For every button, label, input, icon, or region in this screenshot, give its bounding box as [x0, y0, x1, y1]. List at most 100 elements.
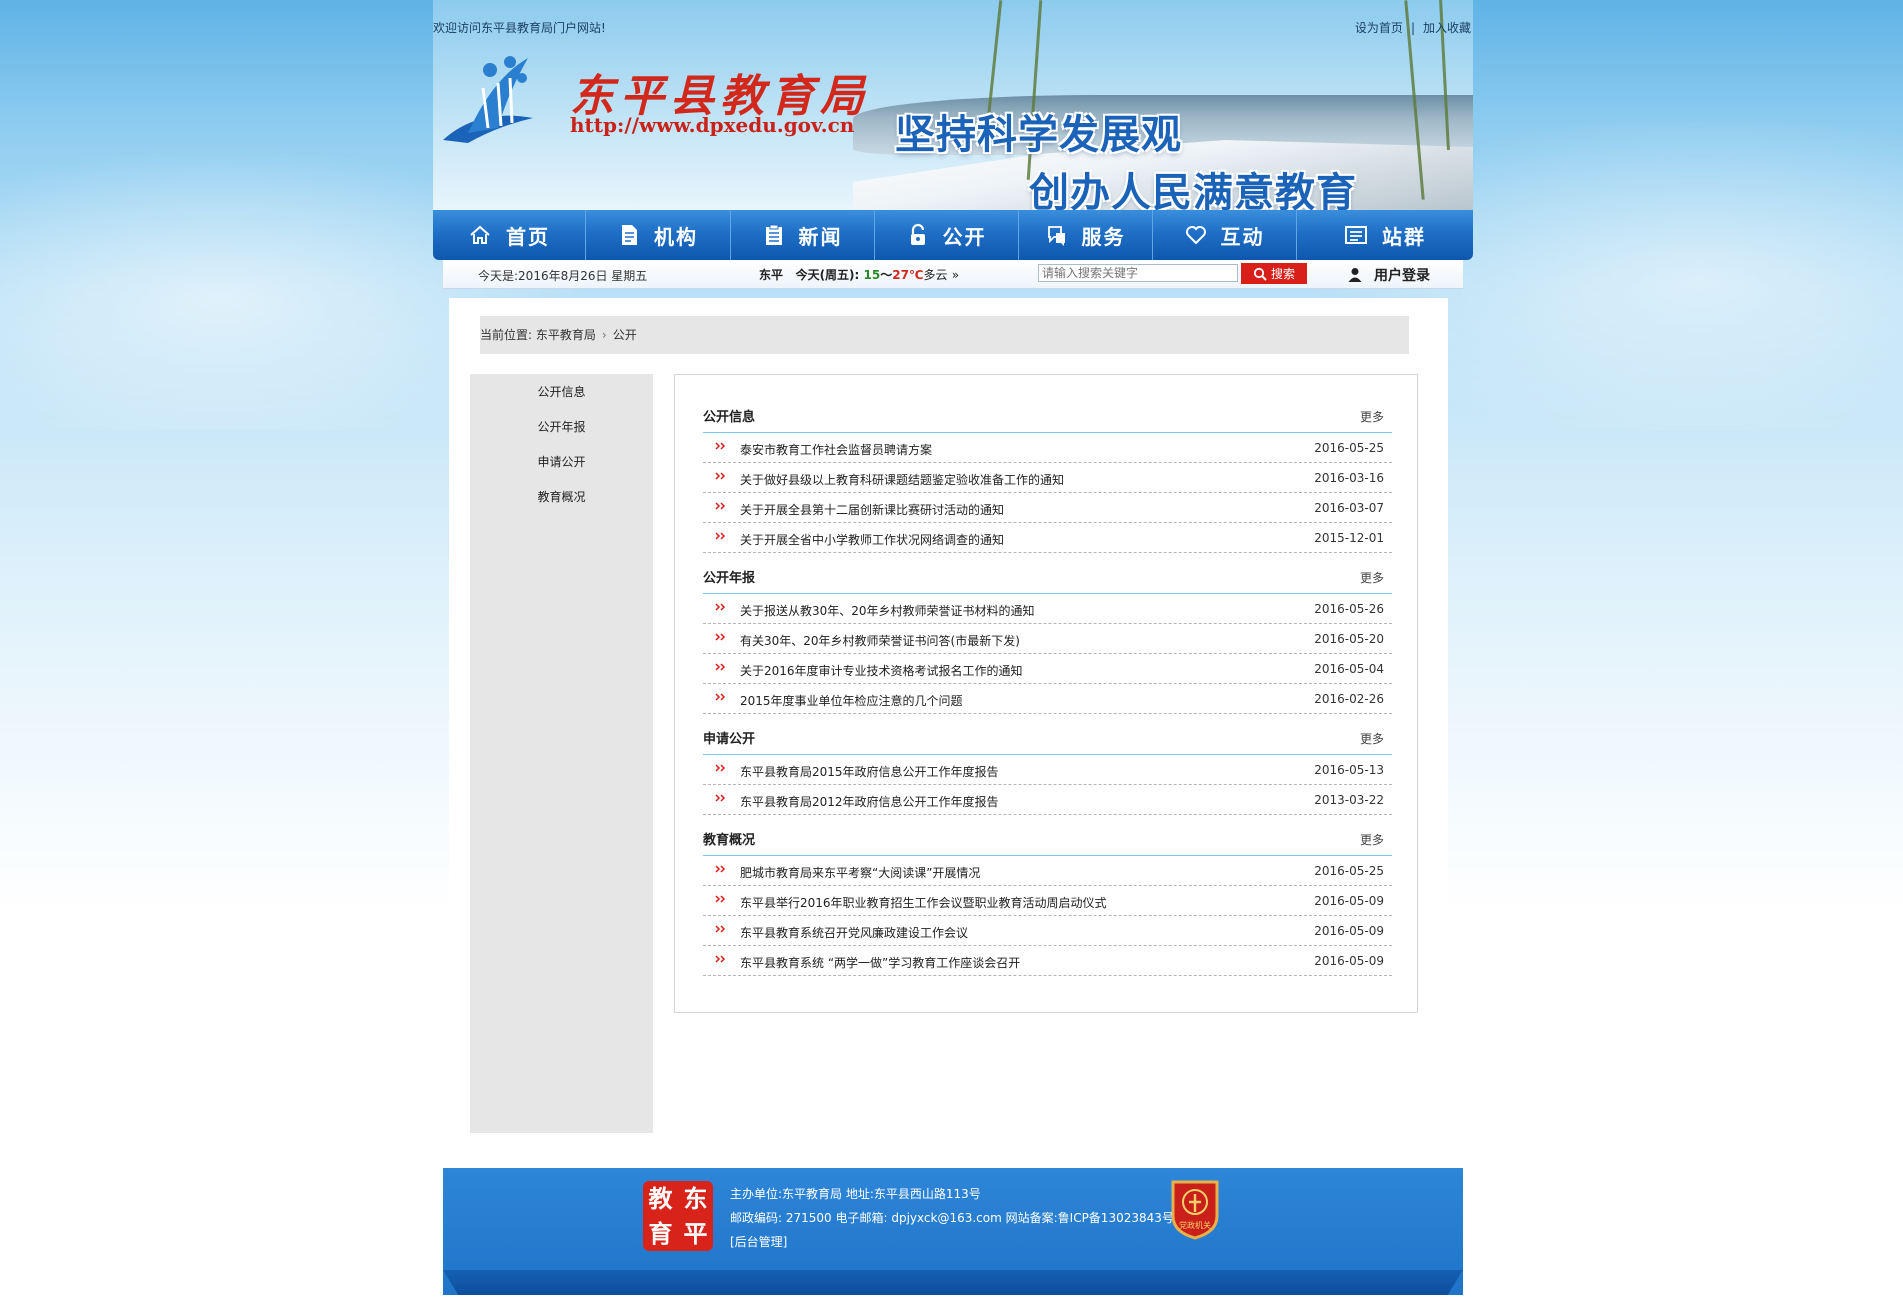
list-item-title: 有关30年、20年乡村教师荣誉证书问答(市最新下发) — [740, 634, 1020, 648]
weather-desc: 多云 — [923, 268, 948, 282]
double-arrow-icon — [715, 663, 726, 671]
breadcrumb-current[interactable]: 公开 — [613, 316, 637, 354]
double-arrow-icon — [715, 442, 726, 450]
nav-item-news[interactable]: 新闻 — [731, 210, 875, 260]
weather-day: 今天(周五): — [795, 268, 860, 282]
bureau-logo-icon[interactable] — [438, 48, 538, 148]
sidebar-item-education-overview[interactable]: 教育概况 — [470, 488, 653, 505]
main-nav: 首页 机构 新闻 公开 服务 互动 站群 — [433, 210, 1473, 260]
section-header: 公开年报 更多 — [703, 559, 1392, 594]
list-item[interactable]: 关于做好县级以上教育科研课题结题鉴定验收准备工作的通知 2016-03-16 — [703, 463, 1392, 493]
list-item[interactable]: 泰安市教育工作社会监督员聘请方案 2016-05-25 — [703, 433, 1392, 463]
list-item-title: 东平县举行2016年职业教育招生工作会议暨职业教育活动周启动仪式 — [740, 896, 1107, 910]
user-login-link[interactable]: 用户登录 — [1348, 265, 1430, 285]
list-item[interactable]: 关于开展全县第十二届创新课比赛研讨活动的通知 2016-03-07 — [703, 493, 1392, 523]
double-arrow-icon — [715, 693, 726, 701]
list-item[interactable]: 关于报送从教30年、20年乡村教师荣誉证书材料的通知 2016-05-26 — [703, 594, 1392, 624]
more-link[interactable]: 更多 — [1360, 569, 1384, 586]
nav-item-public[interactable]: 公开 — [875, 210, 1019, 260]
list-item-date: 2013-03-22 — [1314, 793, 1384, 807]
list-item-date: 2015-12-01 — [1314, 531, 1384, 545]
double-arrow-icon — [715, 895, 726, 903]
section-apply-disclosure: 申请公开 更多 东平县教育局2015年政府信息公开工作年度报告 2016-05-… — [703, 720, 1392, 815]
list-item-date: 2016-05-09 — [1314, 894, 1384, 908]
breadcrumb-home-link[interactable]: 东平教育局 — [536, 316, 596, 354]
nav-item-site-group[interactable]: 站群 — [1297, 210, 1473, 260]
user-icon — [1348, 268, 1362, 282]
info-bar: 今天是:2016年8月26日 星期五 东平 今天(周五): 15～27℃多云 »… — [443, 260, 1463, 289]
more-link[interactable]: 更多 — [1360, 730, 1384, 747]
list-item[interactable]: 有关30年、20年乡村教师荣誉证书问答(市最新下发) 2016-05-20 — [703, 624, 1392, 654]
list-item[interactable]: 关于2016年度审计专业技术资格考试报名工作的通知 2016-05-04 — [703, 654, 1392, 684]
nav-item-home[interactable]: 首页 — [433, 210, 586, 260]
nav-item-interaction[interactable]: 互动 — [1153, 210, 1297, 260]
nav-item-label: 站群 — [1382, 224, 1426, 249]
list-item[interactable]: 关于开展全省中小学教师工作状况网络调查的通知 2015-12-01 — [703, 523, 1392, 553]
search-button[interactable]: 搜索 — [1241, 263, 1307, 284]
sidebar-item-public-info[interactable]: 公开信息 — [470, 383, 653, 400]
section-annual-report: 公开年报 更多 关于报送从教30年、20年乡村教师荣誉证书材料的通知 2016-… — [703, 559, 1392, 714]
nav-item-label: 首页 — [506, 224, 550, 249]
list-item[interactable]: 东平县教育局2015年政府信息公开工作年度报告 2016-05-13 — [703, 755, 1392, 785]
nav-item-label: 机构 — [654, 224, 698, 249]
weather-widget[interactable]: 东平 今天(周五): 15～27℃多云 » — [759, 266, 959, 283]
clipboard-icon — [765, 224, 782, 245]
section-public-info: 公开信息 更多 泰安市教育工作社会监督员聘请方案 2016-05-25 关于做好… — [703, 398, 1392, 553]
footer-logo-char: 东 — [683, 1184, 708, 1213]
list-item-date: 2016-05-13 — [1314, 763, 1384, 777]
list-item[interactable]: 肥城市教育局来东平考察“大阅读课”开展情况 2016-05-25 — [703, 856, 1392, 886]
section-header: 申请公开 更多 — [703, 720, 1392, 755]
list-item-date: 2016-05-25 — [1314, 441, 1384, 455]
sidebar-item-apply-disclosure[interactable]: 申请公开 — [470, 453, 653, 470]
more-link[interactable]: 更多 — [1360, 408, 1384, 425]
set-home-link[interactable]: 设为首页 — [1355, 21, 1403, 35]
section-header: 教育概况 更多 — [703, 821, 1392, 856]
footer-logo-char: 教 — [648, 1184, 673, 1213]
nav-item-service[interactable]: 服务 — [1019, 210, 1153, 260]
list-item[interactable]: 东平县教育系统召开党风廉政建设工作会议 2016-05-09 — [703, 916, 1392, 946]
list-item-title: 关于2016年度审计专业技术资格考试报名工作的通知 — [740, 664, 1023, 678]
nav-item-label: 公开 — [942, 224, 987, 249]
weather-temp-low: 15 — [863, 268, 881, 282]
more-link[interactable]: 更多 — [1360, 831, 1384, 848]
list-item-title: 东平县教育局2015年政府信息公开工作年度报告 — [740, 765, 999, 779]
admin-link[interactable]: [后台管理] — [730, 1230, 1186, 1254]
double-arrow-icon — [715, 925, 726, 933]
list-item-title: 泰安市教育工作社会监督员聘请方案 — [740, 443, 933, 457]
weather-more-icon: » — [951, 268, 960, 282]
list-item[interactable]: 东平县举行2016年职业教育招生工作会议暨职业教育活动周启动仪式 2016-05… — [703, 886, 1392, 916]
list-item-date: 2016-05-26 — [1314, 602, 1384, 616]
welcome-text: 欢迎访问东平县教育局门户网站! — [433, 21, 606, 35]
double-arrow-icon — [715, 532, 726, 540]
section-title: 公开信息 — [703, 410, 756, 425]
double-arrow-icon — [715, 955, 726, 963]
list-item[interactable]: 东平县教育系统 “两学一做”学习教育工作座谈会召开 2016-05-09 — [703, 946, 1392, 976]
user-login-label: 用户登录 — [1374, 268, 1430, 284]
site-footer: 教 东 育 平 主办单位:东平教育局 地址:东平县西山路113号 邮政编码: 2… — [443, 1168, 1463, 1295]
list-item-title: 2015年度事业单位年检应注意的几个问题 — [740, 694, 963, 708]
list-item-title: 关于开展全省中小学教师工作状况网络调查的通知 — [740, 533, 1005, 547]
list-item-title: 东平县教育局2012年政府信息公开工作年度报告 — [740, 795, 999, 809]
government-badge-icon[interactable]: 党政机关 — [1169, 1178, 1221, 1240]
nav-item-label: 新闻 — [798, 224, 843, 249]
sidebar-item-annual-report[interactable]: 公开年报 — [470, 418, 653, 435]
list-item-date: 2016-03-07 — [1314, 501, 1384, 515]
main-panel: 当前位置: 东平教育局 › 公开 公开信息 公开年报 申请公开 教育概况 公开信息 … — [449, 298, 1448, 1153]
footer-logo-char: 平 — [683, 1219, 708, 1248]
home-icon — [470, 225, 490, 244]
double-arrow-icon — [715, 865, 726, 873]
slogan-line-2: 创办人民满意教育 — [1029, 169, 1357, 210]
nav-item-organization[interactable]: 机构 — [586, 210, 731, 260]
list-item[interactable]: 2015年度事业单位年检应注意的几个问题 2016-02-26 — [703, 684, 1392, 714]
content-panel: 公开信息 更多 泰安市教育工作社会监督员聘请方案 2016-05-25 关于做好… — [674, 374, 1418, 1013]
section-title: 申请公开 — [703, 732, 756, 747]
add-favorite-link[interactable]: 加入收藏 — [1423, 21, 1471, 35]
search-input[interactable] — [1038, 264, 1238, 282]
list-item-title: 关于开展全县第十二届创新课比赛研讨活动的通知 — [740, 503, 1005, 517]
list-item[interactable]: 东平县教育局2012年政府信息公开工作年度报告 2013-03-22 — [703, 785, 1392, 815]
list-item-date: 2016-05-04 — [1314, 662, 1384, 676]
double-arrow-icon — [715, 472, 726, 480]
footer-line-host: 主办单位:东平教育局 地址:东平县西山路113号 — [730, 1187, 981, 1201]
site-url: http://www.dpxedu.gov.cn — [570, 113, 855, 137]
double-arrow-icon — [715, 794, 726, 802]
